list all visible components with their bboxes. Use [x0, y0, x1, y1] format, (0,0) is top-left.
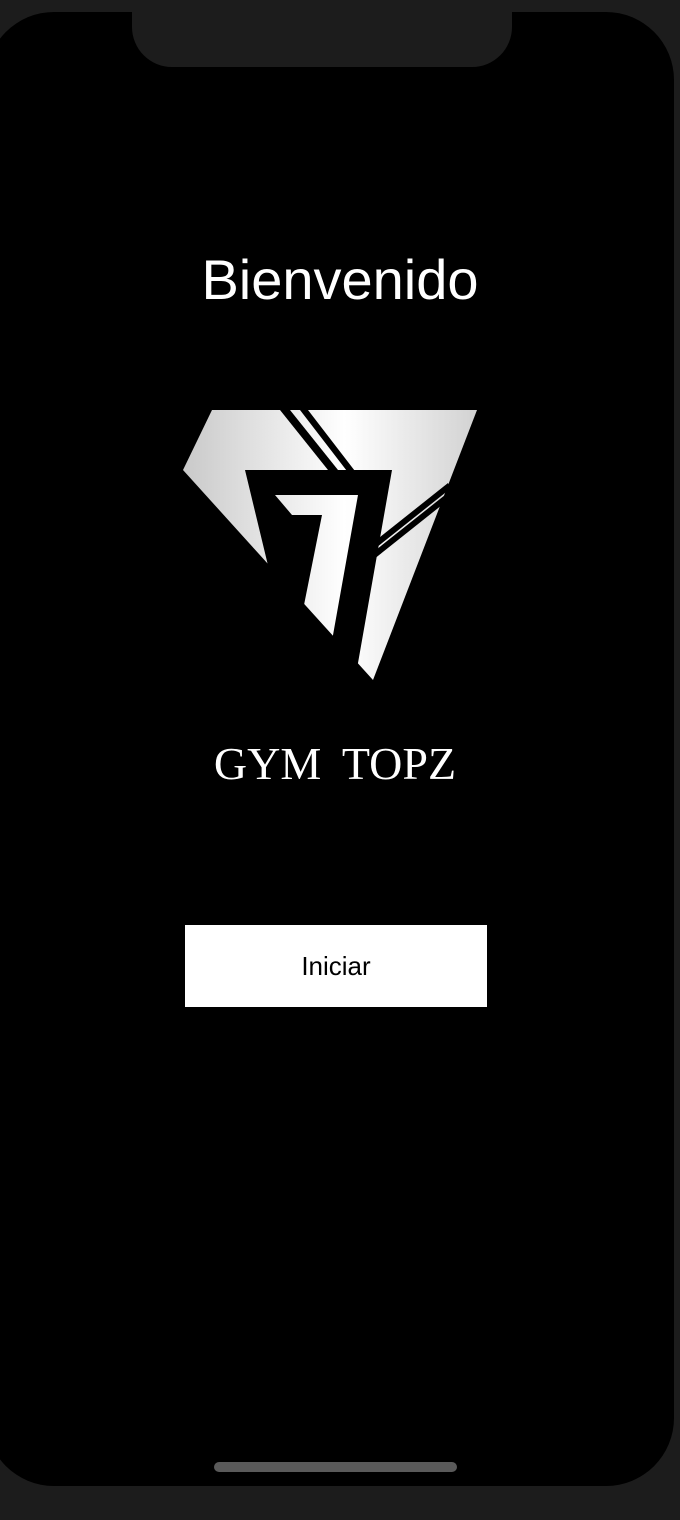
device-notch	[132, 12, 512, 67]
home-indicator[interactable]	[214, 1462, 457, 1472]
brand-name: GYM TOPZ	[213, 738, 457, 789]
welcome-title: Bienvenido	[201, 248, 479, 311]
start-button[interactable]: Iniciar	[185, 925, 487, 1007]
gym-topz-logo-icon	[183, 410, 477, 680]
device-frame: Bienvenido GYM TOPZ Iniciar	[0, 0, 680, 1520]
